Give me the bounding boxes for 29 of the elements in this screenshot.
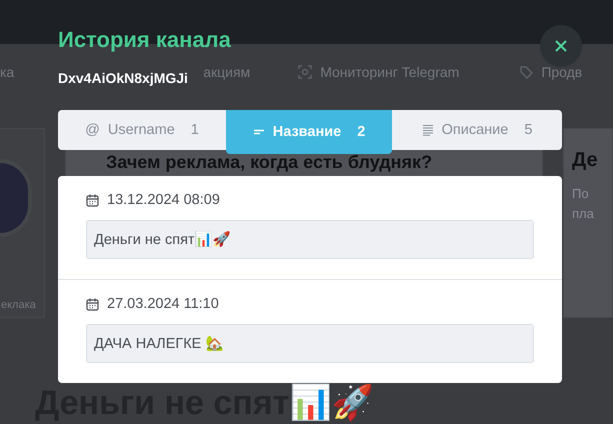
name-value-box: ДАЧА НАЛЕГКЕ 🏡 [86,324,534,363]
tab-count: 5 [524,122,532,138]
nav-link[interactable]: ка [0,64,14,80]
nav-link[interactable]: Мониторинг Telegram [320,64,460,80]
nav-link[interactable]: Продв [541,64,582,80]
card-text: По [572,185,590,203]
scan-icon [298,65,312,79]
tab[interactable]: Описание 5 [392,110,562,150]
channel-id: Dxv4AiOkN8xjMGJi [58,70,188,86]
tab-count: 1 [190,122,199,138]
calendar-icon [86,194,99,206]
card-text: пла [572,205,595,223]
card-caption: еклака [1,299,37,311]
tab[interactable]: Название 2 [226,110,392,154]
tag-icon [519,65,534,79]
name-value-box: Деньги не спят📊🚀 [86,220,534,259]
calendar-icon [86,298,99,310]
change-date: 27.03.2024 11:10 [107,296,219,312]
tab[interactable]: @ Username 1 [58,110,226,150]
nav-link[interactable]: акциям [203,64,250,80]
at-sign-icon: @ [85,122,100,138]
text-lines-icon [422,124,434,136]
tab-count: 2 [357,124,366,140]
close-icon [554,39,568,53]
modal-title: История канала [58,26,231,54]
card-heading: Зачем реклама, когда есть блудняк? [106,152,434,173]
change-date: 13.12.2024 08:09 [107,192,220,208]
close-button[interactable] [540,25,582,67]
card-heading: Де [572,149,599,172]
